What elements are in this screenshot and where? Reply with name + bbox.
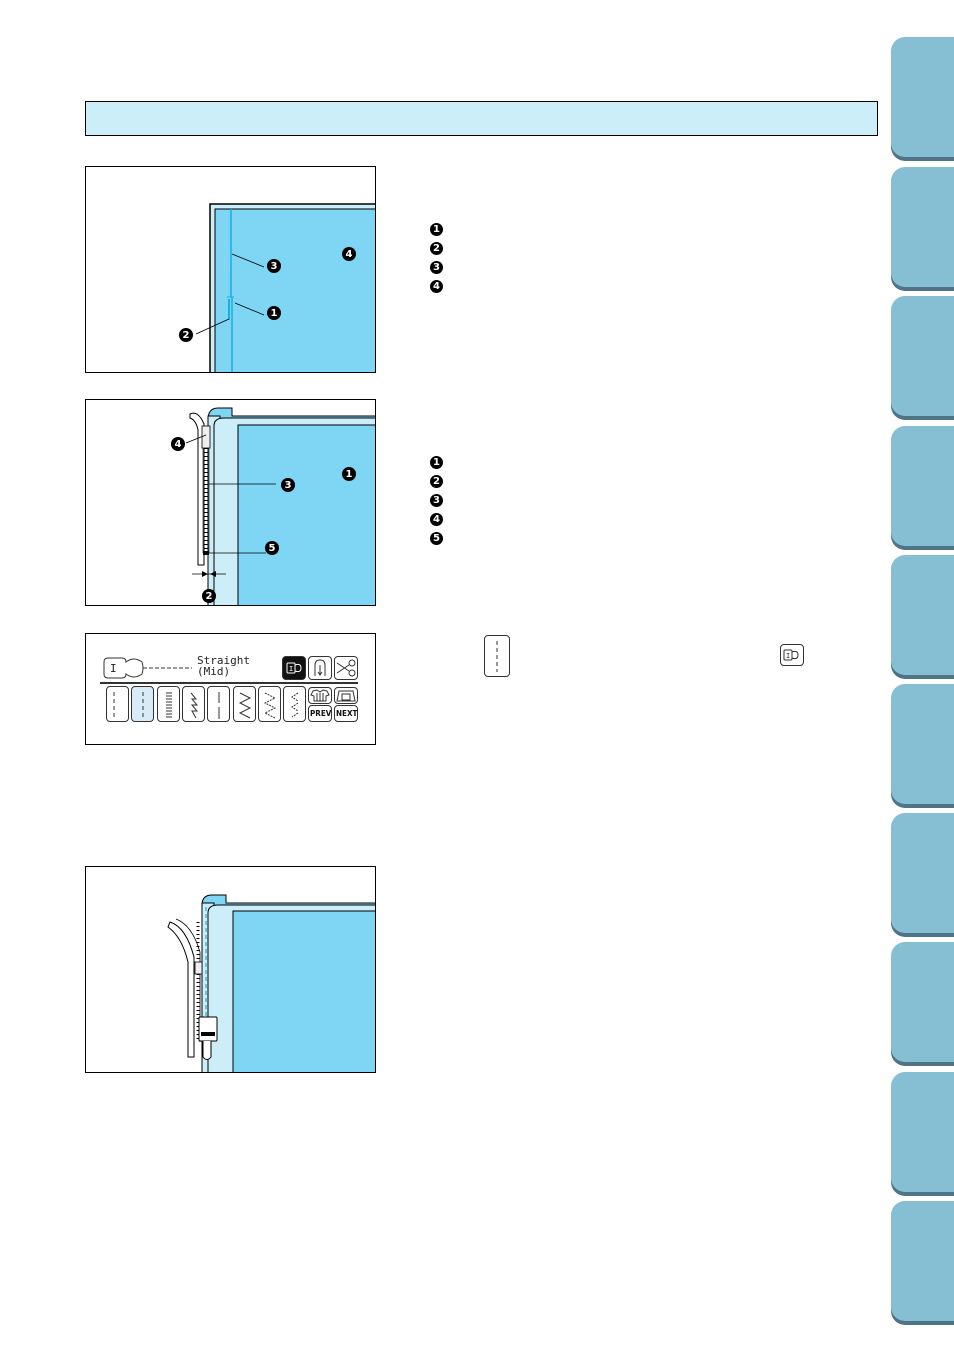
- legend-item: 5: [430, 529, 443, 548]
- legend-item: 3: [430, 491, 443, 510]
- legend-item: 4: [430, 510, 443, 529]
- fabric-illustration-2: [185, 407, 375, 605]
- thread-cutter-key[interactable]: [334, 656, 358, 680]
- lcd-decor: [100, 657, 358, 684]
- straight-stitch-middle-icon: [484, 635, 510, 677]
- pocket-icon: [336, 690, 356, 702]
- fabric-illustration-1: [195, 203, 375, 372]
- stitch-width-mode: (Mid): [197, 665, 231, 678]
- zipper-pull: [201, 425, 211, 449]
- legend-number: 2: [430, 242, 443, 255]
- legend-number: 1: [430, 456, 443, 469]
- zipper-stop: [203, 551, 209, 555]
- presser-foot-key[interactable]: I: [282, 656, 306, 680]
- figure-fabric-basting: 3 4 1 2: [85, 166, 376, 373]
- side-tab-10[interactable]: [891, 1201, 954, 1321]
- figure-zipper-placement: 4 1 3 5 2: [85, 399, 376, 606]
- needle-up-down-icon: [314, 659, 326, 676]
- stitch-key-triple-straight[interactable]: [156, 686, 180, 722]
- legend-item: 2: [430, 472, 443, 491]
- needle-position-key[interactable]: [308, 656, 332, 680]
- callout-1: 1: [267, 306, 281, 320]
- zigzag-3step-stitch-icon: [263, 692, 276, 719]
- figure-sewing-zipper: [85, 866, 376, 1073]
- stitch-key-straight-middle[interactable]: [131, 686, 155, 722]
- triple-straight-stitch-icon: [166, 692, 172, 719]
- garment-icon: [310, 689, 330, 702]
- legend-number: 4: [430, 513, 443, 526]
- presser-foot-key-icon: I: [780, 644, 804, 666]
- side-tab-6[interactable]: [891, 684, 954, 804]
- legend-figure-1: 1 2 3 4: [430, 220, 443, 296]
- stretch-stitch-icon: [190, 692, 198, 719]
- legend-item: 4: [430, 277, 443, 296]
- side-tab-2[interactable]: [891, 167, 954, 287]
- legend-item: 2: [430, 239, 443, 258]
- legend-number: 5: [430, 532, 443, 545]
- callout-4: 4: [342, 247, 356, 261]
- svg-text:I: I: [786, 652, 790, 660]
- side-tab-4[interactable]: [891, 426, 954, 546]
- stitch-key-straight-center[interactable]: [207, 686, 231, 722]
- zipper-pull: [194, 961, 203, 975]
- stitch-key-zigzag-right[interactable]: [283, 686, 307, 722]
- callout-2: 2: [179, 328, 193, 342]
- legend-number: 3: [430, 261, 443, 274]
- straight-left-stitch-icon: [113, 692, 115, 719]
- prev-label: PREV: [310, 709, 332, 718]
- stitch-key-straight-left[interactable]: [106, 686, 129, 722]
- legend-item: 1: [430, 453, 443, 472]
- legend-item: 3: [430, 258, 443, 277]
- straight-center-stitch-icon: [218, 692, 220, 719]
- utility-category-key[interactable]: [308, 687, 332, 704]
- callout-2: 2: [202, 589, 216, 603]
- character-category-key[interactable]: [334, 687, 358, 704]
- callout-3: 3: [267, 259, 281, 273]
- callout-3: 3: [281, 478, 295, 492]
- zigzag-right-stitch-icon: [291, 692, 299, 718]
- side-tab-1[interactable]: [891, 37, 954, 157]
- callout-1: 1: [342, 467, 356, 481]
- legend-figure-2: 1 2 3 4 5: [430, 453, 443, 548]
- next-button[interactable]: NEXT: [334, 705, 358, 722]
- stitch-key-zigzag[interactable]: [232, 686, 256, 722]
- stitch-key-zigzag-3step[interactable]: [257, 686, 281, 722]
- legend-item: 1: [430, 220, 443, 239]
- callout-4: 4: [171, 437, 185, 451]
- fabric-illustration-4: [167, 894, 375, 1072]
- prev-button[interactable]: PREV: [308, 705, 332, 722]
- scissors-icon: [336, 659, 356, 677]
- next-label: NEXT: [336, 709, 358, 718]
- legend-number: 1: [430, 223, 443, 236]
- zigzag-stitch-icon: [238, 692, 251, 719]
- side-tab-7[interactable]: [891, 813, 954, 933]
- side-tab-8[interactable]: [891, 942, 954, 1062]
- callout-5: 5: [265, 541, 279, 555]
- side-tab-9[interactable]: [891, 1072, 954, 1192]
- stitch-key-stretch[interactable]: [181, 686, 205, 722]
- side-tab-3[interactable]: [891, 296, 954, 416]
- zipper-foot: [198, 1016, 218, 1042]
- side-tab-5[interactable]: [891, 555, 954, 675]
- svg-text:I: I: [289, 665, 293, 673]
- legend-number: 4: [430, 280, 443, 293]
- legend-number: 2: [430, 475, 443, 488]
- legend-number: 3: [430, 494, 443, 507]
- section-header-bar: [85, 101, 878, 136]
- figure-lcd-screen: I Straight (Mid) I PREV NEXT: [85, 633, 376, 745]
- straight-middle-stitch-icon: [142, 692, 144, 719]
- foot-letter: I: [110, 662, 117, 675]
